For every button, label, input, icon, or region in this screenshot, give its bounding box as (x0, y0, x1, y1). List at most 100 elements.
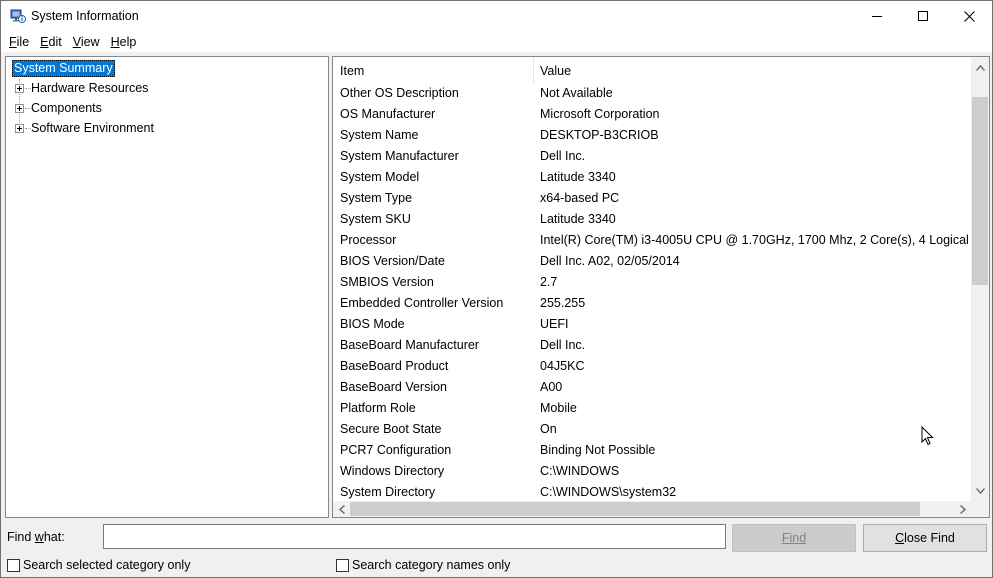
expand-hardware-resources-icon[interactable] (15, 84, 24, 93)
list-row[interactable]: BaseBoard Manufacturer Dell Inc. (333, 335, 971, 356)
chevron-down-icon (975, 487, 985, 494)
menu-help-accel: H (110, 34, 120, 49)
list-row[interactable]: OS Manufacturer Microsoft Corporation (333, 104, 971, 125)
list-row[interactable]: Processor Intel(R) Core(TM) i3-4005U CPU … (333, 230, 971, 251)
close-button[interactable] (946, 1, 992, 31)
item-cell: Platform Role (340, 401, 416, 415)
item-cell: Other OS Description (340, 86, 459, 100)
value-cell: Microsoft Corporation (540, 107, 660, 121)
search-names-pre: Sea (352, 558, 375, 572)
value-cell: 255.255 (540, 296, 586, 310)
value-cell: x64-based PC (540, 191, 620, 205)
list-row[interactable]: BaseBoard Version A00 (333, 377, 971, 398)
system-information-window: System Information File Edit View Help S… (0, 0, 993, 578)
list-row[interactable]: Windows Directory C:\WINDOWS (333, 461, 971, 482)
vertical-scroll-thumb[interactable] (972, 97, 988, 285)
scroll-up-button[interactable] (971, 59, 989, 76)
list-row[interactable]: System Manufacturer Dell Inc. (333, 146, 971, 167)
value-cell: C:\WINDOWS\system32 (540, 485, 677, 499)
item-cell: PCR7 Configuration (340, 443, 452, 457)
column-header-value[interactable]: Value (540, 64, 571, 78)
menu-edit[interactable]: Edit (36, 35, 66, 49)
list-header: Item Value (333, 57, 971, 83)
tree-item-software-environment[interactable]: Software Environment (31, 121, 154, 135)
chevron-right-icon (959, 504, 966, 514)
list-row[interactable]: SMBIOS Version 2.7 (333, 272, 971, 293)
value-cell: Latitude 3340 (540, 170, 616, 184)
horizontal-scroll-thumb[interactable] (350, 502, 920, 516)
horizontal-scrollbar[interactable] (333, 501, 971, 517)
menu-view-rest: iew (80, 34, 100, 49)
minimize-icon (872, 16, 882, 17)
value-cell: A00 (540, 380, 563, 394)
value-cell: UEFI (540, 317, 569, 331)
scroll-down-button[interactable] (971, 482, 989, 499)
item-cell: System Type (340, 191, 413, 205)
list-row[interactable]: System SKU Latitude 3340 (333, 209, 971, 230)
search-selected-category-checkbox[interactable]: Search selected category only (7, 557, 190, 573)
system-information-icon (10, 9, 26, 23)
list-row[interactable]: Platform Role Mobile (333, 398, 971, 419)
search-category-names-checkbox[interactable]: Sea r ch category names only (336, 557, 510, 573)
item-cell: BaseBoard Product (340, 359, 449, 373)
search-names-post: ch category names only (378, 558, 511, 572)
value-cell: 2.7 (540, 275, 558, 289)
value-cell: Intel(R) Core(TM) i3-4005U CPU @ 1.70GHz… (540, 233, 971, 247)
list-row[interactable]: Embedded Controller Version 255.255 (333, 293, 971, 314)
tree-item-components[interactable]: Components (31, 101, 102, 115)
menu-view[interactable]: View (69, 35, 104, 49)
menu-help[interactable]: Help (107, 35, 141, 49)
menu-bar: File Edit View Help (1, 31, 992, 52)
find-button-label: Find (781, 531, 807, 545)
category-tree[interactable]: System Summary Hardware Resources Compon… (5, 56, 329, 518)
column-divider[interactable] (533, 57, 534, 83)
list-row[interactable]: BaseBoard Product 04J5KC (333, 356, 971, 377)
item-cell: BIOS Mode (340, 317, 405, 331)
expand-components-icon[interactable] (15, 104, 24, 113)
scroll-left-button[interactable] (333, 501, 350, 517)
find-label-accel: w (34, 530, 44, 544)
search-selected-rest: earch selected category only (31, 558, 191, 572)
value-cell: On (540, 422, 557, 436)
value-cell: Latitude 3340 (540, 212, 616, 226)
list-row[interactable]: Other OS Description Not Available (333, 83, 971, 104)
find-button[interactable]: Find (732, 524, 856, 552)
find-what-label: Find what: (7, 530, 65, 544)
list-row[interactable]: PCR7 Configuration Binding Not Possible (333, 440, 971, 461)
maximize-button[interactable] (900, 1, 946, 31)
find-what-input[interactable] (103, 524, 726, 549)
close-find-rest: lose Find (904, 531, 955, 545)
item-cell: Windows Directory (340, 464, 445, 478)
tree-item-hardware-resources[interactable]: Hardware Resources (31, 81, 148, 95)
value-cell: Mobile (540, 401, 577, 415)
expand-software-environment-icon[interactable] (15, 124, 24, 133)
list-row[interactable]: BIOS Mode UEFI (333, 314, 971, 335)
find-label-post: hat: (43, 530, 65, 544)
column-header-item[interactable]: Item (340, 64, 364, 78)
minimize-button[interactable] (854, 1, 900, 31)
list-row[interactable]: System Type x64-based PC (333, 188, 971, 209)
vertical-scrollbar[interactable] (971, 57, 989, 501)
item-cell: System Manufacturer (340, 149, 459, 163)
menu-help-rest: elp (119, 34, 137, 49)
details-list[interactable]: Item Value Other OS Description Not Avail… (332, 56, 990, 518)
item-cell: Processor (340, 233, 397, 247)
item-cell: BaseBoard Version (340, 380, 448, 394)
checkbox-box[interactable] (336, 558, 349, 572)
value-cell: Not Available (540, 86, 613, 100)
scroll-right-button[interactable] (954, 501, 971, 517)
checkbox-box[interactable] (7, 558, 20, 572)
item-cell: Secure Boot State (340, 422, 442, 436)
list-row[interactable]: System Model Latitude 3340 (333, 167, 971, 188)
close-icon (963, 10, 975, 22)
list-row[interactable]: Secure Boot State On (333, 419, 971, 440)
list-row[interactable]: System Name DESKTOP-B3CRIOB (333, 125, 971, 146)
close-find-button[interactable]: Close Find (863, 524, 987, 552)
menu-file[interactable]: File (5, 35, 33, 49)
tree-item-system-summary[interactable]: System Summary (12, 60, 115, 77)
value-cell: C:\WINDOWS (540, 464, 620, 478)
list-row[interactable]: System Directory C:\WINDOWS\system32 (333, 482, 971, 501)
chevron-left-icon (338, 504, 345, 514)
title-bar[interactable]: System Information (1, 1, 992, 31)
list-row[interactable]: BIOS Version/Date Dell Inc. A02, 02/05/20… (333, 251, 971, 272)
